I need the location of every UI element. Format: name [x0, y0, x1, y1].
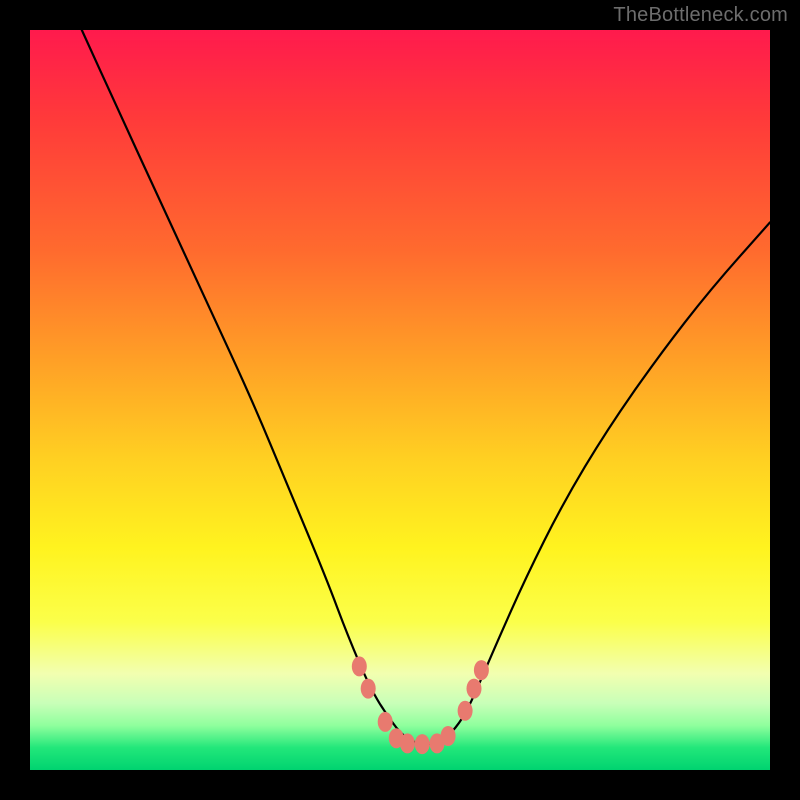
curve-marker — [352, 656, 367, 676]
curve-marker — [467, 679, 482, 699]
curve-marker — [458, 701, 473, 721]
bottleneck-curve — [82, 30, 770, 744]
curve-marker — [361, 679, 376, 699]
curve-marker — [415, 734, 430, 754]
curve-marker — [474, 660, 489, 680]
curve-svg — [30, 30, 770, 770]
watermark-text: TheBottleneck.com — [613, 4, 788, 27]
curve-marker — [400, 733, 415, 753]
marker-group — [352, 656, 489, 754]
chart-frame: TheBottleneck.com — [0, 0, 800, 800]
curve-marker — [441, 726, 456, 746]
plot-area — [30, 30, 770, 770]
curve-marker — [378, 712, 393, 732]
